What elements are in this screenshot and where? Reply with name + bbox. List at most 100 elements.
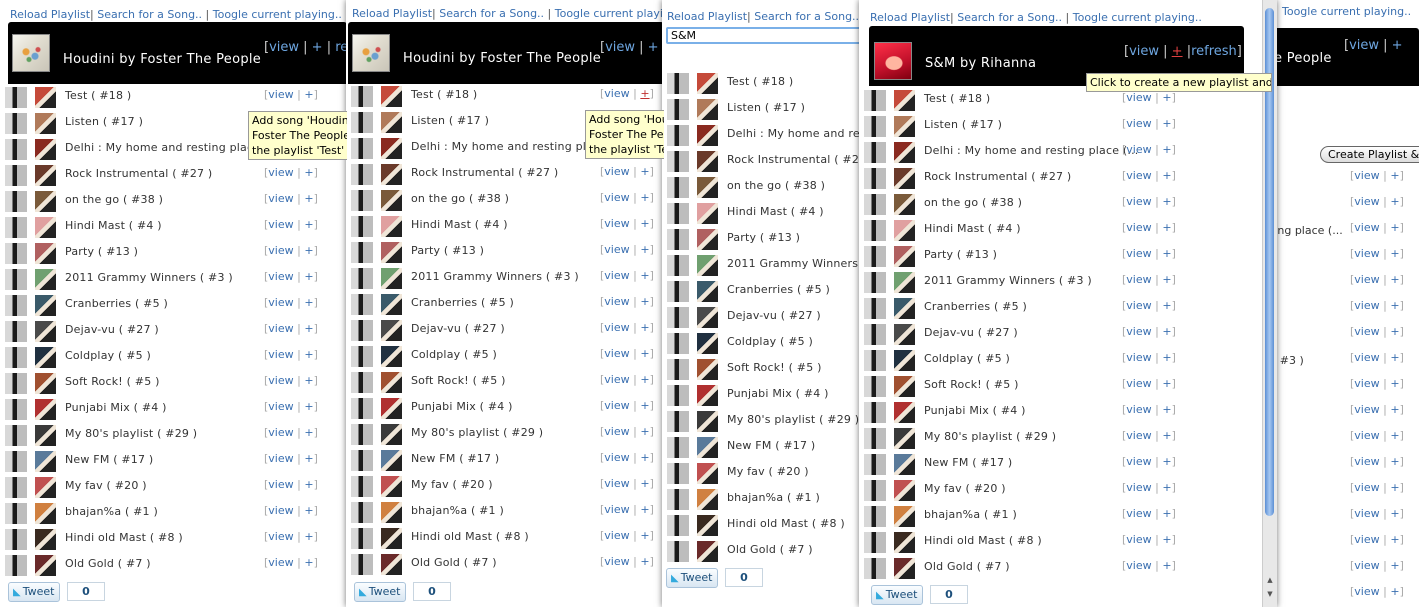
playlist-name[interactable]: Hindi Mast ( #4 ) xyxy=(727,205,824,218)
reload-playlist-link[interactable]: Reload Playlist xyxy=(10,8,90,21)
playlist-name[interactable]: on the go ( #38 ) xyxy=(727,179,825,192)
view-link[interactable]: view xyxy=(1354,195,1379,208)
view-link[interactable]: view xyxy=(1126,273,1151,286)
add-link[interactable]: + xyxy=(1390,377,1399,390)
view-link[interactable]: view xyxy=(1349,38,1379,53)
playlist-name[interactable]: Test ( #18 ) xyxy=(65,89,131,102)
reload-playlist-link[interactable]: Reload Playlist xyxy=(667,10,747,23)
playlist-row[interactable]: on the go ( #38 ) [view | +] xyxy=(346,187,664,213)
view-link[interactable]: view xyxy=(604,295,629,308)
playlist-row[interactable]: Hindi old Mast ( #8 ) [view | +] xyxy=(0,526,347,552)
view-link[interactable]: view xyxy=(604,269,629,282)
playlist-row[interactable]: Listen ( #17 ) [view | +] xyxy=(859,113,1277,139)
playlist-row[interactable]: Soft Rock! ( #5 ) [view | +] xyxy=(346,369,664,395)
add-to-playlist-link[interactable]: + xyxy=(640,243,649,256)
playlist-name[interactable]: My fav ( #20 ) xyxy=(65,479,147,492)
playlist-name[interactable]: Punjabi Mix ( #4 ) xyxy=(924,404,1026,417)
view-link[interactable]: view xyxy=(1354,377,1379,390)
add-to-playlist-link[interactable]: + xyxy=(640,295,649,308)
playlist-row[interactable]: Cranberries ( #5 ) [view | +] xyxy=(859,295,1277,321)
playlist-row[interactable]: Soft Rock! ( #5 ) [view | +] xyxy=(859,373,1277,399)
playlist-name[interactable]: New FM ( #17 ) xyxy=(411,452,499,465)
view-link[interactable]: view xyxy=(268,452,293,465)
playlist-row[interactable]: Old Gold ( #7 ) xyxy=(662,538,867,564)
playlist-row[interactable]: Test ( #18 ) xyxy=(662,70,867,96)
playlist-name[interactable]: Test ( #18 ) xyxy=(924,92,990,105)
view-link[interactable]: view xyxy=(268,270,293,283)
add-link[interactable]: + xyxy=(648,40,659,55)
add-to-playlist-link[interactable]: + xyxy=(640,269,649,282)
add-to-playlist-link[interactable]: + xyxy=(304,530,313,543)
playlist-name[interactable]: Dejav-vu ( #27 ) xyxy=(924,326,1018,339)
add-link[interactable]: + xyxy=(312,40,323,55)
playlist-name[interactable]: Hindi Mast ( #4 ) xyxy=(65,219,162,232)
playlist-row[interactable]: 2011 Grammy Winners ( #3 ) [view | +] xyxy=(346,265,664,291)
scroll-down-arrow[interactable]: ▼ xyxy=(1265,590,1275,598)
view-link[interactable]: view xyxy=(1129,44,1159,59)
add-to-playlist-link[interactable]: + xyxy=(1162,559,1171,572)
view-link[interactable]: view xyxy=(604,451,629,464)
playlist-name[interactable]: Dejav-vu ( #27 ) xyxy=(65,323,159,336)
playlist-row[interactable]: on the go ( #38 ) [view | +] xyxy=(0,188,347,214)
add-to-playlist-link[interactable]: + xyxy=(640,451,649,464)
playlist-row[interactable]: Soft Rock! ( #5 ) [view | +] xyxy=(0,370,347,396)
view-link[interactable]: view xyxy=(1354,403,1379,416)
playlist-row[interactable]: Test ( #18 ) [view | +] xyxy=(346,83,664,109)
playlist-row[interactable]: Hindi Mast ( #4 ) [view | +] xyxy=(859,217,1277,243)
add-to-playlist-link[interactable]: + xyxy=(640,529,649,542)
add-to-playlist-link[interactable]: + xyxy=(1162,195,1171,208)
view-link[interactable]: view xyxy=(604,87,629,100)
scroll-up-arrow[interactable]: ▲ xyxy=(1265,576,1275,584)
search-song-link[interactable]: Search for a Song.. xyxy=(439,7,544,20)
playlist-row[interactable]: Old Gold ( #7 ) [view | +] xyxy=(346,551,664,577)
reload-playlist-link[interactable]: Reload Playlist xyxy=(870,11,950,24)
add-to-playlist-link[interactable]: + xyxy=(640,347,649,360)
view-link[interactable]: view xyxy=(1126,533,1151,546)
view-link[interactable]: view xyxy=(604,503,629,516)
playlist-name[interactable]: Old Gold ( #7 ) xyxy=(411,556,497,569)
playlist-row[interactable]: Dejav-vu ( #27 ) xyxy=(662,304,867,330)
playlist-name[interactable]: Coldplay ( #5 ) xyxy=(924,352,1010,365)
playlist-name[interactable]: Soft Rock! ( #5 ) xyxy=(924,378,1019,391)
view-link[interactable]: view xyxy=(1126,117,1151,130)
add-link[interactable]: + xyxy=(1390,455,1399,468)
playlist-row[interactable]: Party ( #13 ) [view | +] xyxy=(859,243,1277,269)
playlist-name[interactable]: Listen ( #17 ) xyxy=(65,115,143,128)
playlist-name[interactable]: Listen ( #17 ) xyxy=(924,118,1002,131)
add-to-playlist-link[interactable]: + xyxy=(304,192,313,205)
tweet-button[interactable]: ◣ Tweet xyxy=(666,568,719,588)
view-link[interactable]: view xyxy=(1126,195,1151,208)
playlist-name[interactable]: on the go ( #38 ) xyxy=(65,193,163,206)
view-link[interactable]: view xyxy=(1126,325,1151,338)
add-to-playlist-link[interactable]: + xyxy=(1162,481,1171,494)
view-link[interactable]: view xyxy=(604,425,629,438)
view-link[interactable]: view xyxy=(1354,169,1379,182)
playlist-row[interactable]: New FM ( #17 ) [view | +] xyxy=(859,451,1277,477)
add-link[interactable]: + xyxy=(1390,247,1399,260)
add-to-playlist-link[interactable]: + xyxy=(640,555,649,568)
playlist-row[interactable]: Punjabi Mix ( #4 ) [view | +] xyxy=(346,395,664,421)
view-link[interactable]: view xyxy=(1354,299,1379,312)
playlist-row[interactable]: bhajan%a ( #1 ) [view | +] xyxy=(0,500,347,526)
view-link[interactable]: view xyxy=(1354,247,1379,260)
add-to-playlist-link[interactable]: + xyxy=(304,374,313,387)
playlist-name[interactable]: Hindi old Mast ( #8 ) xyxy=(727,517,845,530)
playlist-row[interactable]: Delhi : My home and resting place (...[v… xyxy=(859,139,1277,165)
playlist-name[interactable]: Punjabi Mix ( #4 ) xyxy=(727,387,829,400)
playlist-name[interactable]: Coldplay ( #5 ) xyxy=(411,348,497,361)
playlist-name[interactable]: Test ( #18 ) xyxy=(727,75,793,88)
add-to-playlist-link[interactable]: + xyxy=(304,296,313,309)
view-link[interactable]: view xyxy=(1126,559,1151,572)
add-to-playlist-link[interactable]: + xyxy=(1162,403,1171,416)
add-to-playlist-link[interactable]: + xyxy=(1162,169,1171,182)
playlist-name[interactable]: Old Gold ( #7 ) xyxy=(65,557,151,570)
view-link[interactable]: view xyxy=(604,529,629,542)
view-link[interactable]: view xyxy=(1354,325,1379,338)
playlist-row[interactable]: Hindi Mast ( #4 ) [view | +] xyxy=(0,214,347,240)
view-link[interactable]: view xyxy=(268,478,293,491)
add-to-playlist-link[interactable]: + xyxy=(304,504,313,517)
playlist-row[interactable]: bhajan%a ( #1 ) [view | +] xyxy=(346,499,664,525)
add-to-playlist-link[interactable]: + xyxy=(304,244,313,257)
playlist-name[interactable]: New FM ( #17 ) xyxy=(924,456,1012,469)
playlist-row[interactable]: New FM ( #17 ) [view | +] xyxy=(0,448,347,474)
